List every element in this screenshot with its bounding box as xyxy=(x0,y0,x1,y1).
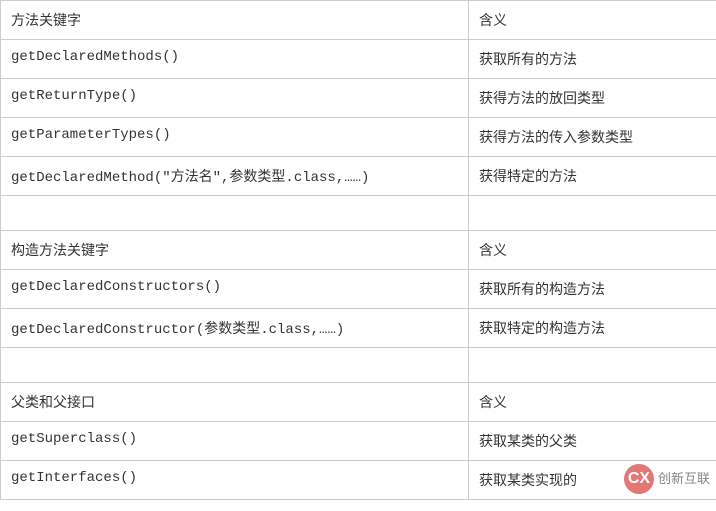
table-row: getDeclaredConstructor(参数类型.class,……) 获取… xyxy=(1,309,716,348)
cell-meaning: 获得方法的传入参数类型 xyxy=(469,118,716,157)
header-keyword: 方法关键字 xyxy=(1,1,469,40)
cell-empty xyxy=(469,348,716,383)
header-meaning: 含义 xyxy=(469,231,716,270)
cell-keyword: getDeclaredConstructor(参数类型.class,……) xyxy=(1,309,469,348)
cell-keyword: getInterfaces() xyxy=(1,461,469,500)
cell-keyword: getDeclaredMethod("方法名",参数类型.class,……) xyxy=(1,157,469,196)
reference-table: 方法关键字 含义 getDeclaredMethods() 获取所有的方法 ge… xyxy=(0,0,716,500)
table-row-empty xyxy=(1,196,716,231)
cell-keyword: getSuperclass() xyxy=(1,422,469,461)
cell-meaning: 获取所有的方法 xyxy=(469,40,716,79)
table-row: 构造方法关键字 含义 xyxy=(1,231,716,270)
cell-meaning: 获得方法的放回类型 xyxy=(469,79,716,118)
cell-keyword: getDeclaredConstructors() xyxy=(1,270,469,309)
cell-meaning: 获取所有的构造方法 xyxy=(469,270,716,309)
cell-keyword: getParameterTypes() xyxy=(1,118,469,157)
cell-meaning: 获取某类的父类 xyxy=(469,422,716,461)
table-row: getParameterTypes() 获得方法的传入参数类型 xyxy=(1,118,716,157)
cell-keyword: getReturnType() xyxy=(1,79,469,118)
table-row-empty xyxy=(1,348,716,383)
table-row: getDeclaredConstructors() 获取所有的构造方法 xyxy=(1,270,716,309)
cell-empty xyxy=(469,196,716,231)
cell-keyword: getDeclaredMethods() xyxy=(1,40,469,79)
header-keyword: 构造方法关键字 xyxy=(1,231,469,270)
table-row: 父类和父接口 含义 xyxy=(1,383,716,422)
table-row: 方法关键字 含义 xyxy=(1,1,716,40)
cell-empty xyxy=(1,348,469,383)
table-row: getDeclaredMethod("方法名",参数类型.class,……) 获… xyxy=(1,157,716,196)
table-row: getReturnType() 获得方法的放回类型 xyxy=(1,79,716,118)
table-row: getInterfaces() 获取某类实现的 xyxy=(1,461,716,500)
cell-empty xyxy=(1,196,469,231)
header-meaning: 含义 xyxy=(469,1,716,40)
cell-meaning: 获取某类实现的 xyxy=(469,461,716,500)
cell-meaning: 获得特定的方法 xyxy=(469,157,716,196)
cell-meaning: 获取特定的构造方法 xyxy=(469,309,716,348)
table-row: getSuperclass() 获取某类的父类 xyxy=(1,422,716,461)
header-meaning: 含义 xyxy=(469,383,716,422)
table-row: getDeclaredMethods() 获取所有的方法 xyxy=(1,40,716,79)
header-keyword: 父类和父接口 xyxy=(1,383,469,422)
